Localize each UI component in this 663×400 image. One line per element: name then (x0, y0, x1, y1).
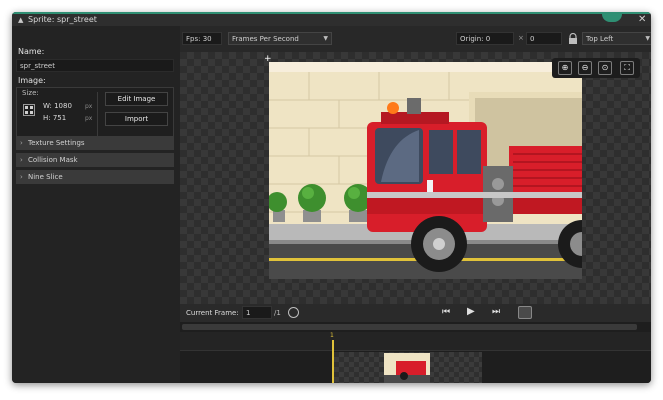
thumbnail-image (384, 353, 430, 383)
origin-separator: × (518, 34, 524, 42)
skip-to-end-icon[interactable]: ⏭ (492, 307, 500, 317)
frame-thumbnail[interactable] (334, 352, 482, 383)
chevron-down-icon: ▼ (645, 35, 650, 42)
fullscreen-icon[interactable]: ⛶ (620, 61, 634, 75)
origin-y-field[interactable]: 0 (526, 32, 562, 45)
zoom-controls: ⊕ ⊖ ⊙ ⛶ (552, 58, 640, 78)
properties-panel: Name: spr_street Image: Size: W: 1080 px… (12, 26, 178, 383)
section-label: Collision Mask (28, 156, 78, 164)
frame-timeline: 1 (180, 322, 651, 383)
width-unit: px (85, 103, 93, 110)
section-texture-settings[interactable]: › Texture Settings (16, 136, 174, 150)
skip-to-start-icon[interactable]: ⏮ (442, 307, 450, 317)
speed-mode-value: Frames Per Second (232, 35, 299, 43)
frame-marker-label: 1 (330, 332, 334, 339)
playback-settings-icon[interactable] (288, 307, 299, 318)
height-unit: px (85, 115, 93, 122)
window-title: Sprite: spr_street (28, 15, 97, 24)
origin-x-field[interactable]: Origin: 0 (456, 32, 514, 45)
sprite-image (269, 62, 582, 279)
image-label: Image: (18, 76, 46, 85)
width-value: W: 1080 (43, 102, 72, 110)
origin-preset-dropdown[interactable]: Top Left ▼ (582, 32, 651, 45)
timeline-scrollbar[interactable] (182, 324, 637, 330)
total-frames: /1 (274, 309, 281, 317)
section-nine-slice[interactable]: › Nine Slice (16, 170, 174, 184)
height-value: H: 751 (43, 114, 67, 122)
resize-icon[interactable] (23, 104, 35, 116)
zoom-in-icon[interactable]: ⊕ (558, 61, 572, 75)
fps-field[interactable]: Fps: 30 (182, 32, 222, 45)
sprite-canvas[interactable]: + ⊕ ⊖ ⊙ ⛶ (180, 52, 651, 304)
section-label: Nine Slice (28, 173, 63, 181)
sprite-view: Fps: 30 Frames Per Second ▼ Origin: 0 × … (180, 26, 651, 383)
play-icon[interactable]: ▶ (467, 306, 475, 317)
timeline-ruler (180, 332, 651, 351)
divider (97, 92, 98, 136)
lock-icon[interactable] (568, 32, 578, 44)
zoom-fit-icon[interactable]: ⊙ (598, 61, 612, 75)
current-frame-field[interactable]: 1 (242, 306, 272, 319)
playback-bar: Current Frame: 1 /1 ⏮ ▶ ⏭ (180, 304, 651, 322)
edit-image-button[interactable]: Edit Image (105, 92, 168, 106)
title-bar: ▲ Sprite: spr_street ✕ (12, 12, 651, 26)
section-collision-mask[interactable]: › Collision Mask (16, 153, 174, 167)
sprite-editor-window: ▲ Sprite: spr_street ✕ Name: spr_street … (12, 12, 651, 383)
section-label: Texture Settings (28, 139, 85, 147)
chevron-down-icon: ▼ (323, 35, 328, 42)
origin-preset-value: Top Left (586, 35, 614, 43)
close-icon[interactable]: ✕ (638, 14, 646, 25)
chevron-right-icon: › (20, 139, 23, 147)
sprite-toolbar: Fps: 30 Frames Per Second ▼ Origin: 0 × … (180, 30, 651, 48)
zoom-out-icon[interactable]: ⊖ (578, 61, 592, 75)
collapse-icon[interactable]: ▲ (18, 16, 23, 24)
speed-mode-dropdown[interactable]: Frames Per Second ▼ (228, 32, 332, 45)
name-label: Name: (18, 47, 45, 56)
name-field[interactable]: spr_street (16, 59, 174, 72)
size-label: Size: (22, 89, 39, 97)
chevron-right-icon: › (20, 156, 23, 164)
import-button[interactable]: Import (105, 112, 168, 126)
image-size-box: Size: W: 1080 px H: 751 px Edit Image Im… (16, 87, 174, 142)
loop-toggle-icon[interactable] (518, 306, 532, 319)
current-frame-label: Current Frame: (186, 309, 239, 317)
chevron-right-icon: › (20, 173, 23, 181)
window-notch (602, 14, 622, 22)
